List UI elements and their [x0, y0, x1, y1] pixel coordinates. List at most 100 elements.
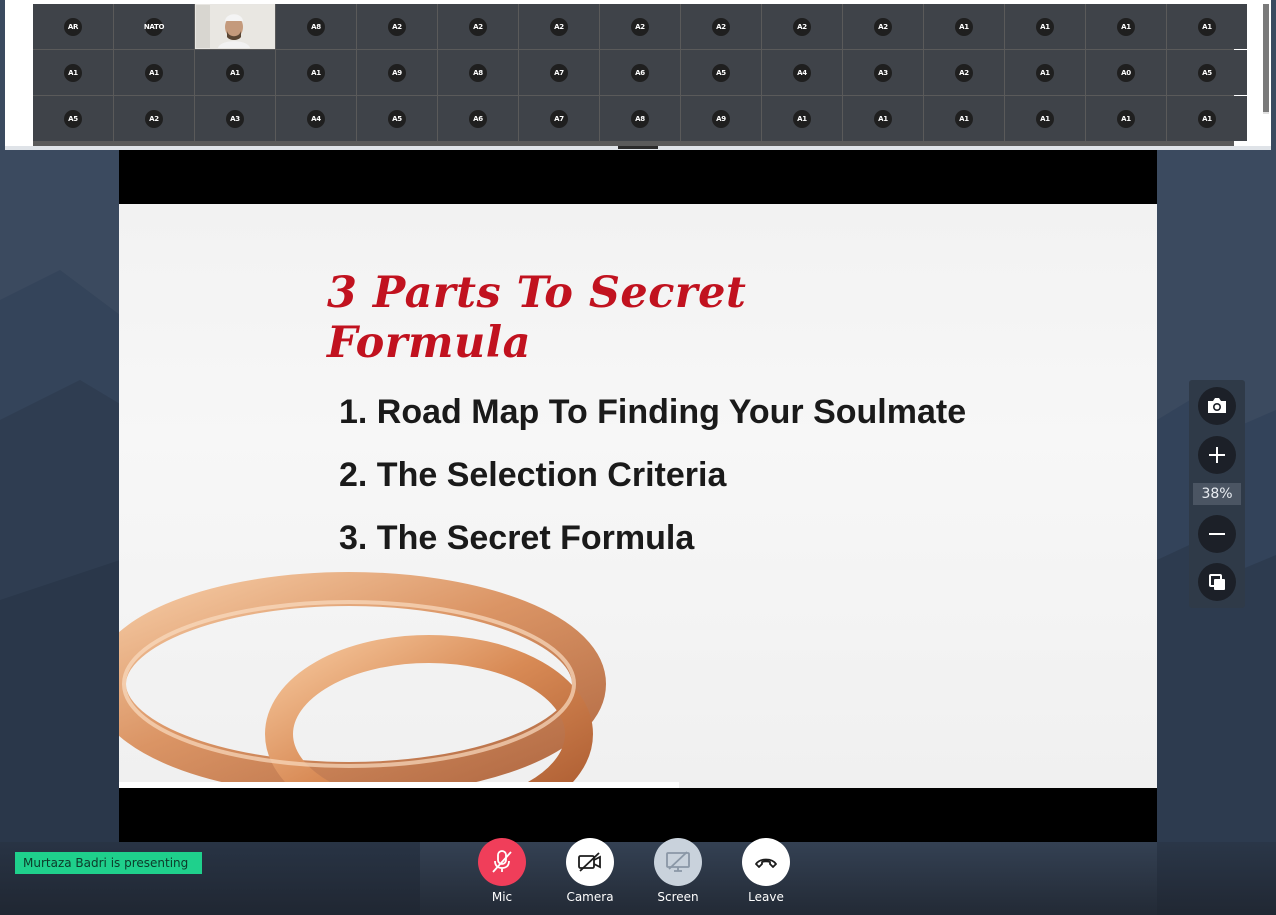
participant-tile[interactable]: A1	[1005, 96, 1085, 141]
participant-scrollbar[interactable]	[1263, 4, 1269, 114]
participant-avatar: A1	[955, 17, 973, 36]
participant-avatar: A2	[145, 109, 163, 128]
participant-avatar: A7	[550, 63, 568, 82]
scrollbar-thumb[interactable]	[1263, 4, 1269, 112]
presenting-badge: Murtaza Badri is presenting	[15, 852, 203, 874]
participant-avatar: A5	[712, 63, 730, 82]
slide-item: 3. The Secret Formula	[339, 519, 695, 557]
camera-button[interactable]	[566, 838, 614, 886]
participant-avatar: A2	[388, 17, 406, 36]
participant-grid: AR NATO A8 A2 A2 A2 A2 A2 A2 A2 A1 A1 A1 A1 A1 A1 A1 A1 A9…	[33, 4, 1247, 146]
participant-avatar: NATO	[144, 17, 164, 36]
participant-avatar: A1	[1036, 109, 1054, 128]
participant-tile[interactable]: A2	[762, 4, 842, 49]
participant-tile[interactable]: A8	[276, 4, 356, 49]
zoom-in-button[interactable]	[1198, 436, 1236, 474]
fit-window-button[interactable]	[1198, 563, 1236, 601]
participant-tile[interactable]: A2	[600, 4, 680, 49]
participant-tile[interactable]: A9	[681, 96, 761, 141]
participant-tile[interactable]: A3	[195, 96, 275, 141]
participant-tile[interactable]: A1	[1005, 4, 1085, 49]
mic-button[interactable]	[478, 838, 526, 886]
participant-tile[interactable]: AR	[33, 4, 113, 49]
snapshot-button[interactable]	[1198, 387, 1236, 425]
participant-avatar: AR	[64, 17, 82, 36]
screen-control: Screen	[654, 838, 702, 904]
participant-avatar: A1	[1117, 17, 1135, 36]
mic-label: Mic	[491, 890, 513, 904]
participant-avatar: A1	[1036, 17, 1054, 36]
participant-tile[interactable]: A1	[924, 4, 1004, 49]
leave-control: Leave	[742, 838, 790, 904]
participant-tile[interactable]: NATO	[114, 4, 194, 49]
participant-avatar: A8	[631, 109, 649, 128]
participant-tile[interactable]: A8	[438, 50, 518, 95]
participant-avatar: A3	[226, 109, 244, 128]
leave-button[interactable]	[742, 838, 790, 886]
mic-off-icon	[492, 850, 512, 873]
participant-tile[interactable]: A2	[681, 4, 761, 49]
screen-share-off-icon	[666, 851, 690, 872]
zoom-out-button[interactable]	[1198, 515, 1236, 553]
participant-avatar: A1	[1036, 63, 1054, 82]
panel-resize-handle[interactable]	[618, 146, 658, 149]
participant-avatar: A8	[469, 63, 487, 82]
participant-tile[interactable]: A1	[276, 50, 356, 95]
participant-avatar: A1	[1117, 109, 1135, 128]
participant-tile[interactable]: A1	[1167, 96, 1247, 141]
camera-off-icon	[578, 852, 601, 872]
participant-tile[interactable]: A1	[924, 96, 1004, 141]
zoom-level: 38%	[1193, 483, 1241, 505]
participant-tile[interactable]: A2	[357, 4, 437, 49]
participant-avatar: A2	[712, 17, 730, 36]
participant-tile[interactable]: A4	[762, 50, 842, 95]
participant-tile[interactable]: A1	[843, 96, 923, 141]
participant-tile[interactable]: A2	[843, 4, 923, 49]
participant-tile[interactable]: A1	[1086, 4, 1166, 49]
participant-avatar: A1	[793, 109, 811, 128]
participant-tile[interactable]: A6	[600, 50, 680, 95]
participant-avatar: A3	[874, 63, 892, 82]
participant-avatar: A1	[955, 109, 973, 128]
participant-video-tile[interactable]	[195, 4, 275, 49]
participant-panel: AR NATO A8 A2 A2 A2 A2 A2 A2 A2 A1 A1 A1 A1 A1 A1 A1 A1 A9…	[5, 0, 1271, 150]
participant-avatar: A1	[307, 63, 325, 82]
slide-item: 2. The Selection Criteria	[339, 456, 727, 494]
participant-tile[interactable]: A2	[438, 4, 518, 49]
participant-tile[interactable]: A7	[519, 96, 599, 141]
participant-avatar: A1	[226, 63, 244, 82]
participant-avatar: A2	[874, 17, 892, 36]
participant-tile[interactable]: A5	[357, 96, 437, 141]
participant-tile[interactable]: A5	[681, 50, 761, 95]
participant-tile[interactable]: A7	[519, 50, 599, 95]
participant-avatar: A9	[388, 63, 406, 82]
participant-tile[interactable]: A1	[1086, 96, 1166, 141]
participant-tile[interactable]: A1	[762, 96, 842, 141]
participant-tile[interactable]: A1	[114, 50, 194, 95]
slide-list: 1. Road Map To Finding Your Soulmate 2. …	[339, 390, 966, 579]
wedding-rings-image	[119, 572, 679, 788]
participant-video	[196, 5, 274, 48]
screen-button[interactable]	[654, 838, 702, 886]
participant-avatar: A2	[955, 63, 973, 82]
participant-tile[interactable]: A6	[438, 96, 518, 141]
participant-tile[interactable]: A8	[600, 96, 680, 141]
participant-tile[interactable]: A4	[276, 96, 356, 141]
mic-control: Mic	[478, 838, 526, 904]
participant-tile[interactable]: A0	[1086, 50, 1166, 95]
participant-tile[interactable]: A1	[1005, 50, 1085, 95]
participant-tile[interactable]: A5	[1167, 50, 1247, 95]
participant-avatar: A1	[64, 63, 82, 82]
participant-tile[interactable]: A1	[195, 50, 275, 95]
participant-tile[interactable]: A2	[924, 50, 1004, 95]
participant-tile[interactable]: A9	[357, 50, 437, 95]
camera-label: Camera	[566, 890, 614, 904]
participant-tile[interactable]: A3	[843, 50, 923, 95]
hang-up-icon	[755, 858, 777, 868]
participant-tile[interactable]: A1	[33, 50, 113, 95]
participant-tile[interactable]: A2	[114, 96, 194, 141]
participant-tile[interactable]: A5	[33, 96, 113, 141]
participant-avatar: A7	[550, 109, 568, 128]
participant-tile[interactable]: A1	[1167, 4, 1247, 49]
participant-tile[interactable]: A2	[519, 4, 599, 49]
